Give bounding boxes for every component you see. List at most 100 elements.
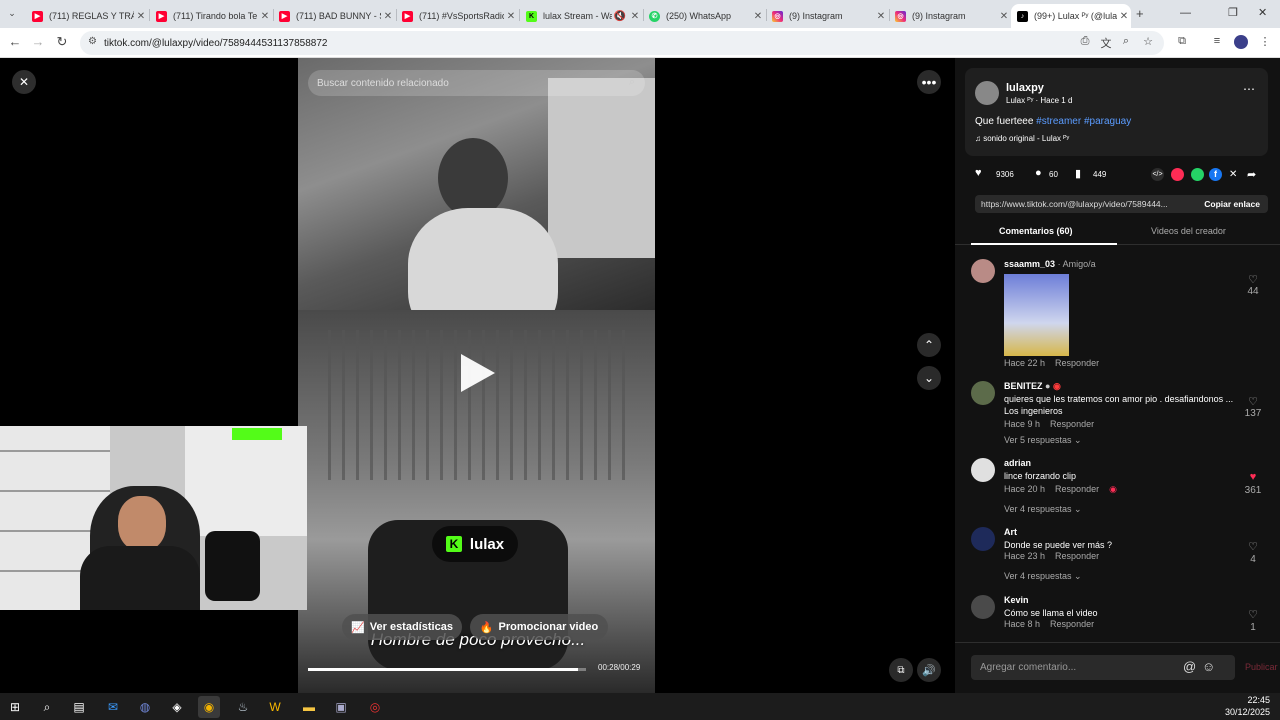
emoji-icon[interactable]: ☺ xyxy=(1202,659,1215,674)
comment-author[interactable]: adrian xyxy=(1004,458,1031,468)
heart-filled-icon[interactable]: ♥ xyxy=(1243,471,1263,483)
heart-icon[interactable]: ♥ xyxy=(975,167,982,179)
comment-icon[interactable]: ● xyxy=(1035,167,1042,179)
reply-button[interactable]: Responder xyxy=(1055,551,1099,561)
comment-input[interactable]: Agregar comentario... @ ☺ xyxy=(971,655,1235,680)
tab-search-icon[interactable]: ⌄ xyxy=(4,8,20,19)
next-video-icon[interactable]: ⌄ xyxy=(917,366,941,390)
floating-player-icon[interactable]: ⧉ xyxy=(889,658,913,682)
mention-icon[interactable]: @ xyxy=(1183,659,1196,674)
obs-icon[interactable]: ◎ xyxy=(364,696,386,718)
close-icon[interactable]: ✕ xyxy=(381,11,395,22)
comment-avatar[interactable] xyxy=(971,458,995,482)
forward-icon[interactable]: → xyxy=(29,34,47,49)
reply-button[interactable]: Responder xyxy=(1055,484,1099,494)
outlook-icon[interactable]: ✉ xyxy=(102,696,124,718)
author-avatar[interactable] xyxy=(975,81,999,105)
menu-icon[interactable]: ⋮ xyxy=(1257,35,1273,48)
repost-icon[interactable] xyxy=(1171,168,1184,181)
back-icon[interactable]: ← xyxy=(6,34,24,49)
extensions-icon[interactable]: ⧉ xyxy=(1174,35,1190,48)
zoom-icon[interactable]: ⌕ xyxy=(1118,35,1134,48)
heart-outline-icon[interactable]: ♡ xyxy=(1243,273,1263,286)
heart-outline-icon[interactable]: ♡ xyxy=(1243,395,1263,408)
install-icon[interactable]: ⎙ xyxy=(1077,35,1093,48)
caption-hashtags[interactable]: #streamer #paraguay xyxy=(1036,116,1131,127)
media-icon[interactable]: ≡ xyxy=(1209,35,1225,47)
comment-avatar[interactable] xyxy=(971,381,995,405)
comment-author[interactable]: Art xyxy=(1004,527,1017,537)
reply-button[interactable]: Responder xyxy=(1050,419,1094,429)
view-stats-button[interactable]: 📈 Ver estadísticas xyxy=(342,614,462,640)
publish-button[interactable]: Publicar xyxy=(1245,662,1278,672)
view-replies-button[interactable]: Ver 4 respuestas ⌄ xyxy=(1004,571,1082,582)
tab-comments[interactable]: Comentarios (60) xyxy=(999,226,1073,236)
discord-icon[interactable]: ◍ xyxy=(134,696,156,718)
embed-icon[interactable]: </> xyxy=(1151,168,1164,181)
browser-tab[interactable]: ◎ (9) Instagram ✕ xyxy=(889,4,1011,28)
close-video-button[interactable]: ✕ xyxy=(12,70,36,94)
tab-creator-videos[interactable]: Videos del creador xyxy=(1151,226,1226,236)
bookmark-icon[interactable]: ▮ xyxy=(1075,167,1081,180)
sound-row[interactable]: ♫ sonido original - Lulax ᴾʸ xyxy=(975,134,1069,143)
more-icon[interactable]: ⋯ xyxy=(1243,82,1255,96)
more-options-icon[interactable]: ••• xyxy=(917,70,941,94)
minimize-icon[interactable]: — xyxy=(1180,7,1191,19)
profile-avatar[interactable] xyxy=(1234,35,1248,49)
close-icon[interactable]: ✕ xyxy=(997,11,1011,22)
browser-tab[interactable]: ✆ (250) WhatsApp ✕ xyxy=(643,4,765,28)
wow-icon[interactable]: W xyxy=(264,696,286,718)
close-icon[interactable]: ✕ xyxy=(628,11,642,22)
reply-button[interactable]: Responder xyxy=(1050,619,1094,629)
chrome-icon[interactable]: ◉ xyxy=(198,696,220,718)
play-icon[interactable] xyxy=(461,354,495,392)
mute-tab-icon[interactable]: 🔇 xyxy=(612,11,628,22)
heart-outline-icon[interactable]: ♡ xyxy=(1243,540,1263,553)
heart-outline-icon[interactable]: ♡ xyxy=(1243,608,1263,621)
browser-tab-active[interactable]: ♪ (99+) Lulax ᴾʸ (@lula ✕ xyxy=(1011,4,1131,28)
browser-tab[interactable]: ▶ (711) BAD BUNNY - S ✕ xyxy=(273,4,395,28)
close-icon[interactable]: ✕ xyxy=(874,11,888,22)
comment-author[interactable]: BENITEZ ● ◉ xyxy=(1004,381,1061,392)
clock-time[interactable]: 22:45 xyxy=(1226,695,1270,705)
view-replies-button[interactable]: Ver 4 respuestas ⌄ xyxy=(1004,504,1082,515)
browser-tab[interactable]: ◎ (9) Instagram ✕ xyxy=(766,4,888,28)
volume-icon[interactable]: 🔊 xyxy=(917,658,941,682)
translate-icon[interactable]: 文 xyxy=(1098,35,1114,51)
author-username[interactable]: lulaxpy xyxy=(1006,82,1044,94)
task-view-icon[interactable]: ▤ xyxy=(68,696,90,718)
comment-avatar[interactable] xyxy=(971,259,995,283)
site-info-icon[interactable]: ⚙ xyxy=(88,36,97,47)
close-icon[interactable]: ✕ xyxy=(751,11,765,22)
comment-avatar[interactable] xyxy=(971,595,995,619)
whatsapp-share-icon[interactable] xyxy=(1191,168,1204,181)
search-related-input[interactable]: Buscar contenido relacionado ⌕ xyxy=(308,70,645,96)
comment-author[interactable]: ssaamm_03 · Amigo/a xyxy=(1004,259,1096,269)
browser-tab[interactable]: ▶ (711) #VsSportsRadio ✕ xyxy=(396,4,518,28)
reload-icon[interactable]: ↻ xyxy=(53,34,71,50)
browser-tab[interactable]: ▶ (711) Tirando bola Te ✕ xyxy=(150,4,272,28)
comment-author[interactable]: Kevin xyxy=(1004,595,1029,605)
bookmark-star-icon[interactable]: ☆ xyxy=(1140,35,1156,48)
search-icon[interactable]: ⌕ xyxy=(629,76,635,89)
clock-date[interactable]: 30/12/2025 xyxy=(1214,707,1270,717)
browser-tab[interactable]: ▶ (711) REGLAS Y TRÁMITE ✕ xyxy=(26,4,148,28)
close-icon[interactable]: ✕ xyxy=(258,11,272,22)
start-icon[interactable]: ⊞ xyxy=(4,696,26,718)
app-icon[interactable]: ◈ xyxy=(166,696,188,718)
restore-icon[interactable]: ❐ xyxy=(1228,6,1238,19)
video-player[interactable]: Buscar contenido relacionado ⌕ K lulax H… xyxy=(298,58,655,693)
file-explorer-icon[interactable]: ▬ xyxy=(298,696,320,718)
copy-link-button[interactable]: Copiar enlace xyxy=(1204,199,1260,209)
url-field[interactable]: ⚙ tiktok.com/@lulaxpy/video/758944453113… xyxy=(80,31,1164,55)
steam-icon[interactable]: ♨ xyxy=(232,696,254,718)
browser-tab[interactable]: K lulax Stream - Wa 🔇 ✕ xyxy=(520,4,642,28)
share-arrow-icon[interactable]: ➦ xyxy=(1247,168,1256,181)
app-window-icon[interactable]: ▣ xyxy=(330,696,352,718)
view-replies-button[interactable]: Ver 5 respuestas ⌄ xyxy=(1004,435,1082,446)
promote-video-button[interactable]: 🔥 Promocionar video xyxy=(470,614,608,640)
prev-video-icon[interactable]: ⌃ xyxy=(917,333,941,357)
reply-button[interactable]: Responder xyxy=(1055,358,1099,368)
search-icon[interactable]: ⌕ xyxy=(36,696,58,718)
comment-image[interactable] xyxy=(1004,274,1069,356)
